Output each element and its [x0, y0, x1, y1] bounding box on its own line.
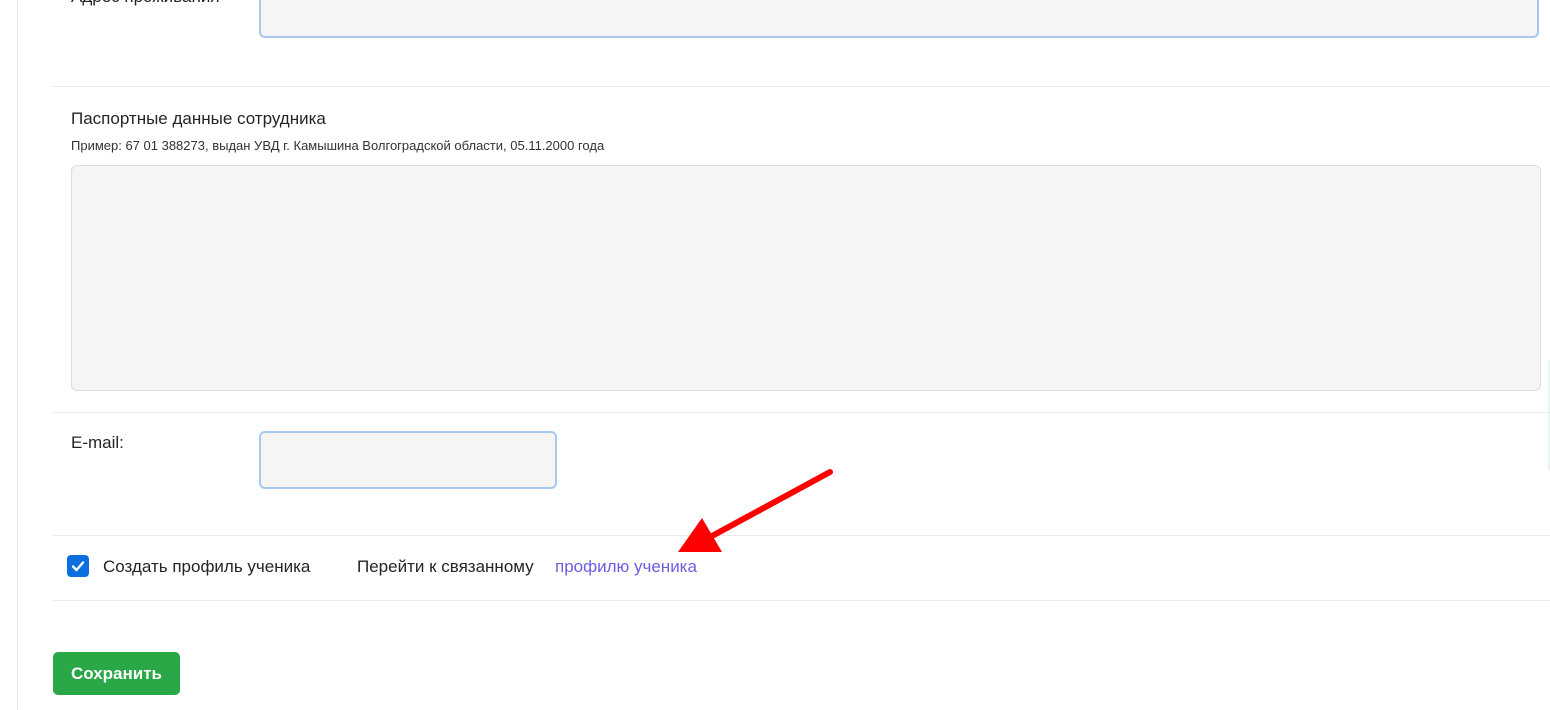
divider [53, 412, 1550, 413]
divider [53, 535, 1550, 536]
employee-form-page: Адрес проживания Паспортные данные сотру… [0, 0, 1550, 710]
create-student-profile-checkbox[interactable] [67, 555, 89, 577]
save-button[interactable]: Сохранить [53, 652, 180, 695]
linked-profile-link[interactable]: профилю ученика [555, 555, 697, 579]
address-input[interactable] [259, 0, 1539, 38]
linked-profile-text: Перейти к связанному [357, 557, 534, 576]
divider [53, 600, 1550, 601]
passport-textarea[interactable] [71, 165, 1541, 391]
passport-label: Паспортные данные сотрудника [71, 109, 326, 128]
divider [53, 86, 1550, 87]
check-icon [71, 561, 85, 572]
create-student-profile-label[interactable]: Создать профиль ученика [103, 555, 310, 579]
passport-hint: Пример: 67 01 388273, выдан УВД г. Камыш… [71, 138, 605, 153]
left-border [17, 0, 18, 710]
red-arrow-icon [678, 469, 833, 552]
address-label: Адрес проживания [71, 0, 241, 9]
email-input[interactable] [259, 431, 557, 489]
email-label: E-mail: [71, 433, 124, 452]
